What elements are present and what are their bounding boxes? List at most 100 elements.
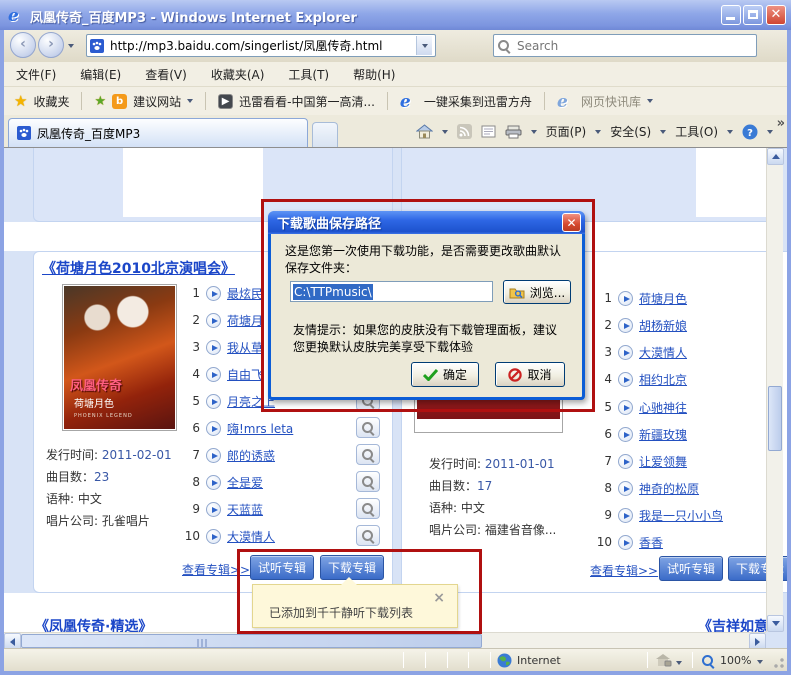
recent-pages-dropdown-icon[interactable] xyxy=(68,44,74,48)
view-album-link[interactable]: 查看专辑>> xyxy=(590,562,658,579)
search-box[interactable] xyxy=(493,34,757,57)
xunlei-collect-link[interactable]: 一键采集到迅雷方舟 xyxy=(424,93,532,110)
toast-close-button[interactable]: × xyxy=(433,590,445,606)
menu-help[interactable]: 帮助(H) xyxy=(353,66,395,83)
track-link[interactable]: 荷塘月 xyxy=(227,312,263,329)
search-track-button[interactable] xyxy=(356,444,380,465)
play-icon[interactable] xyxy=(206,474,221,490)
web-slices-button[interactable]: 网页快讯库 xyxy=(581,93,641,110)
dialog-close-button[interactable]: ✕ xyxy=(562,213,581,232)
toolbar-overflow-chevron[interactable]: » xyxy=(777,116,785,131)
track-link[interactable]: 大漠情人 xyxy=(227,528,275,545)
protected-mode-icon[interactable] xyxy=(656,654,672,667)
play-icon[interactable] xyxy=(206,393,221,409)
chevron-down-icon[interactable] xyxy=(646,99,653,103)
close-button[interactable]: ✕ xyxy=(766,5,786,25)
track-link[interactable]: 新疆玫瑰 xyxy=(639,426,687,443)
play-icon[interactable] xyxy=(206,528,221,544)
play-icon[interactable] xyxy=(618,371,633,387)
ok-button[interactable]: 确定 xyxy=(411,362,479,387)
address-dropdown-button[interactable] xyxy=(416,36,432,55)
play-icon[interactable] xyxy=(206,339,221,355)
track-link[interactable]: 荷塘月色 xyxy=(639,290,687,307)
play-icon[interactable] xyxy=(618,453,633,469)
chevron-down-icon[interactable] xyxy=(757,660,763,664)
search-input[interactable] xyxy=(515,37,753,54)
scroll-down-button[interactable] xyxy=(767,615,784,632)
read-mail-icon[interactable] xyxy=(481,125,496,138)
album-title-link[interactable]: 《荷塘月色2010北京演唱会》 xyxy=(42,258,235,278)
search-track-button[interactable] xyxy=(356,525,380,546)
chevron-down-icon[interactable] xyxy=(676,661,682,665)
track-link[interactable]: 让爱领舞 xyxy=(639,453,687,470)
address-bar[interactable] xyxy=(86,34,436,57)
next-album-title-clipped[interactable]: 《吉祥如意》 xyxy=(698,616,768,632)
add-favorite-icon[interactable]: ★ xyxy=(94,94,106,109)
chevron-down-icon[interactable] xyxy=(767,129,773,134)
chevron-down-icon[interactable] xyxy=(530,129,537,134)
dialog-title-bar[interactable]: 下载歌曲保存路径 ✕ xyxy=(268,211,585,234)
zoom-level[interactable]: 100% xyxy=(720,654,751,667)
menu-tools[interactable]: 工具(T) xyxy=(288,66,329,83)
scroll-right-button[interactable] xyxy=(749,633,766,648)
track-link[interactable]: 全是爱 xyxy=(227,474,263,491)
chevron-down-icon[interactable] xyxy=(441,129,448,134)
play-icon[interactable] xyxy=(618,317,633,333)
new-tab-stub[interactable] xyxy=(312,122,338,147)
save-path-input[interactable]: C:\TTPmusic\ xyxy=(290,281,493,302)
favorites-button[interactable]: 收藏夹 xyxy=(33,93,69,110)
scroll-left-button[interactable] xyxy=(4,633,21,648)
menu-edit[interactable]: 编辑(E) xyxy=(80,66,121,83)
menu-view[interactable]: 查看(V) xyxy=(145,66,187,83)
back-button[interactable]: ‹ xyxy=(10,32,36,58)
play-icon[interactable] xyxy=(206,312,221,328)
menu-file[interactable]: 文件(F) xyxy=(16,66,56,83)
play-icon[interactable] xyxy=(206,285,221,301)
url-input[interactable] xyxy=(108,37,416,54)
play-icon[interactable] xyxy=(618,507,633,523)
chevron-down-icon[interactable] xyxy=(595,129,602,134)
track-link[interactable]: 相约北京 xyxy=(639,371,687,388)
track-link[interactable]: 嗨!mrs leta xyxy=(227,420,293,437)
play-icon[interactable] xyxy=(206,366,221,382)
play-icon[interactable] xyxy=(206,447,221,463)
maximize-button[interactable] xyxy=(743,5,763,25)
search-track-button[interactable] xyxy=(356,471,380,492)
track-link[interactable]: 我是一只小小鸟 xyxy=(639,507,723,524)
album-cover[interactable]: 凤凰传奇 荷塘月色 PHOENIX LEGEND xyxy=(62,284,177,431)
track-link[interactable]: 我从草 xyxy=(227,339,263,356)
track-link[interactable]: 胡杨新娘 xyxy=(639,317,687,334)
print-icon[interactable] xyxy=(505,125,522,139)
play-icon[interactable] xyxy=(618,480,633,496)
xunlei-kankan-link[interactable]: 迅雷看看-中国第一高清... xyxy=(239,93,375,110)
track-link[interactable]: 郎的诱惑 xyxy=(227,447,275,464)
chevron-down-icon[interactable] xyxy=(660,129,667,134)
track-link[interactable]: 神奇的松原 xyxy=(639,480,699,497)
chevron-down-icon[interactable] xyxy=(187,99,194,103)
next-album-title-clipped[interactable]: 《凤凰传奇·精选》 xyxy=(35,616,205,632)
play-icon[interactable] xyxy=(206,501,221,517)
forward-button[interactable]: › xyxy=(38,32,64,58)
listen-album-button[interactable]: 试听专辑 xyxy=(659,556,723,581)
track-link[interactable]: 心驰神往 xyxy=(639,399,687,416)
play-icon[interactable] xyxy=(618,344,633,360)
search-track-button[interactable] xyxy=(356,417,380,438)
track-link[interactable]: 大漠情人 xyxy=(639,344,687,361)
play-icon[interactable] xyxy=(206,420,221,436)
tab-active[interactable]: 凤凰传奇_百度MP3 xyxy=(8,118,308,147)
play-icon[interactable] xyxy=(618,534,633,550)
horizontal-scroll-thumb[interactable] xyxy=(21,634,482,648)
chevron-down-icon[interactable] xyxy=(727,129,733,134)
track-link[interactable]: 天蓝蓝 xyxy=(227,501,263,518)
cancel-button[interactable]: 取消 xyxy=(495,362,565,387)
menu-favorites[interactable]: 收藏夹(A) xyxy=(211,66,265,83)
resize-grip[interactable] xyxy=(773,657,785,669)
scroll-up-button[interactable] xyxy=(767,148,784,165)
suggested-sites-button[interactable]: 建议网站 xyxy=(133,93,181,110)
track-link[interactable]: 自由飞 xyxy=(227,366,263,383)
tools-menu-button[interactable]: 工具(O) xyxy=(675,123,718,140)
horizontal-scrollbar[interactable] xyxy=(4,632,766,648)
browse-button[interactable]: 浏览... xyxy=(503,280,571,304)
page-menu-button[interactable]: 页面(P) xyxy=(546,123,587,140)
play-icon[interactable] xyxy=(618,290,633,306)
